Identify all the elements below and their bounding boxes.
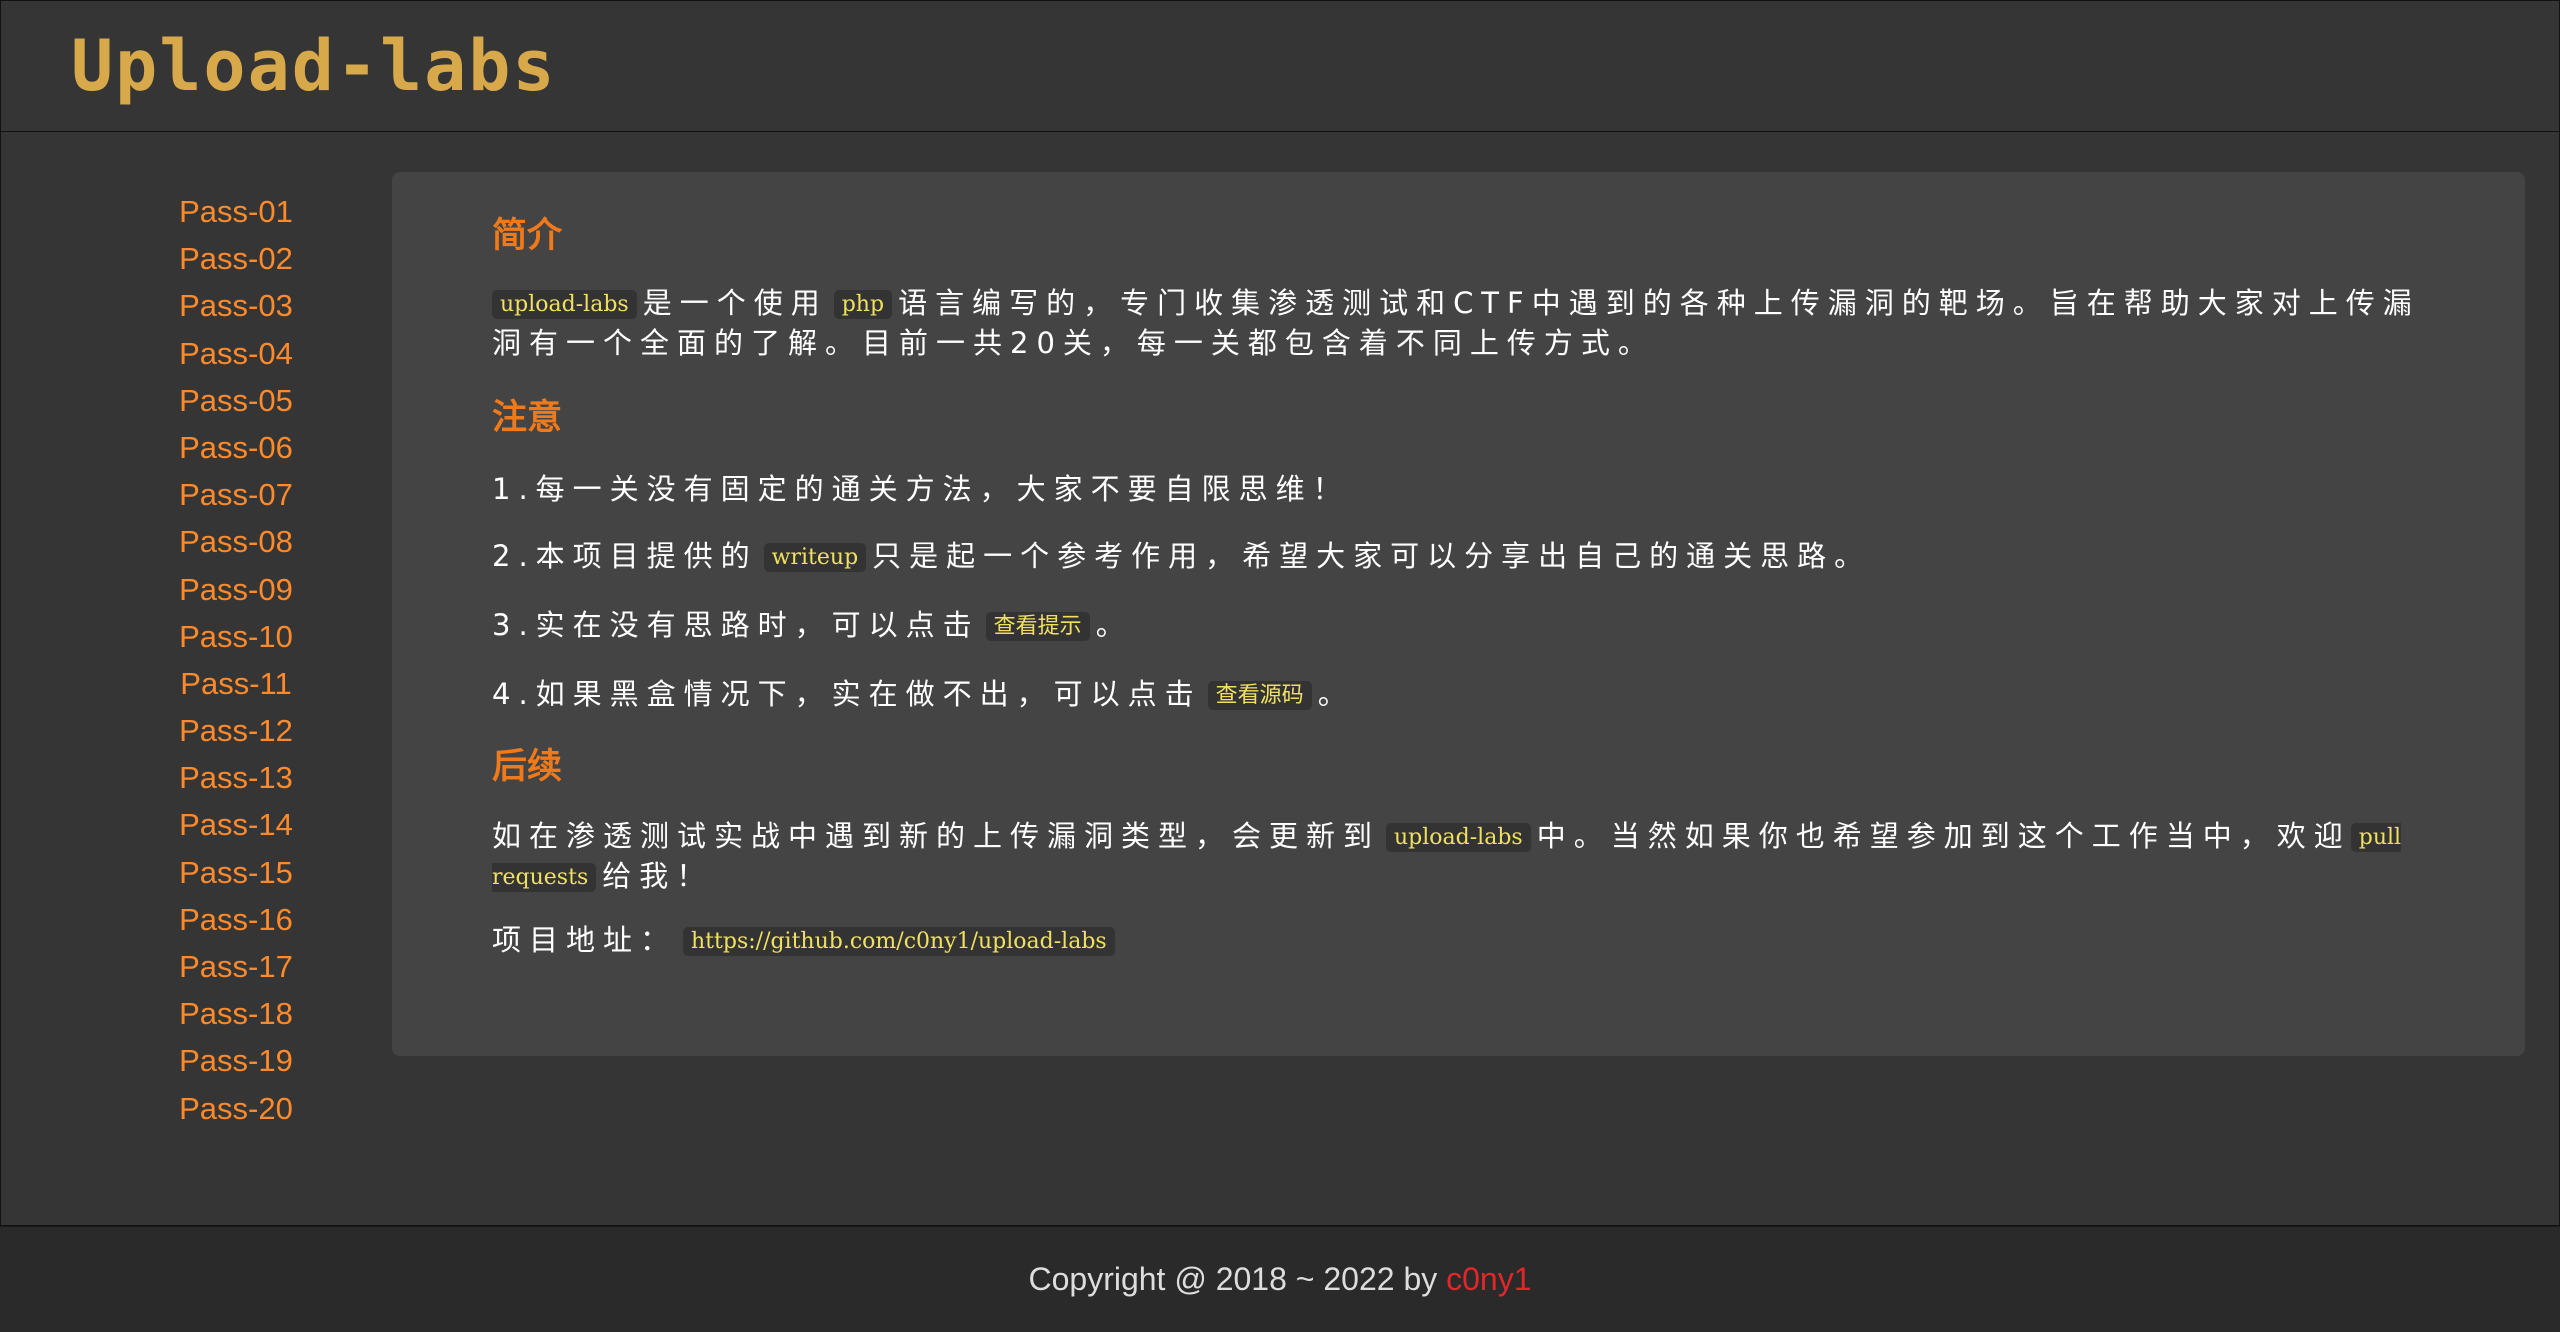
sidebar-item-pass-02[interactable]: Pass-02 (151, 235, 321, 282)
sidebar-item-pass-01[interactable]: Pass-01 (151, 188, 321, 235)
note-2-code-writeup: writeup (763, 543, 867, 572)
sidebar-item-pass-08[interactable]: Pass-08 (151, 518, 321, 565)
sidebar-item-pass-17[interactable]: Pass-17 (151, 943, 321, 990)
note-1: 1.每一关没有固定的通关方法，大家不要自限思维！ (492, 472, 1350, 506)
view-source-button[interactable]: 查看源码 (1207, 681, 1312, 710)
sidebar-item-pass-03[interactable]: Pass-03 (151, 282, 321, 329)
note-4-suffix: 。 (1317, 677, 1355, 711)
note-2-suffix: 只是起一个参考作用，希望大家可以分享出自己的通关思路。 (872, 539, 1872, 573)
note-3-prefix: 3.实在没有思路时，可以点击 (492, 608, 980, 642)
project-address: 项目地址： https://github.com/c0ny1/upload-lab… (492, 921, 2422, 961)
intro-code-upload-labs: upload-labs (492, 290, 637, 319)
project-address-link[interactable]: https://github.com/c0ny1/upload-labs (683, 927, 1115, 956)
header: Upload-labs (0, 0, 2560, 132)
sidebar-item-pass-06[interactable]: Pass-06 (151, 424, 321, 471)
logo-text: Upload-labs (71, 25, 557, 107)
sidebar-item-pass-14[interactable]: Pass-14 (151, 801, 321, 848)
sidebar-item-pass-12[interactable]: Pass-12 (151, 707, 321, 754)
main-area: Pass-01 Pass-02 Pass-03 Pass-04 Pass-05 … (0, 132, 2560, 1226)
note-2-prefix: 2.本项目提供的 (492, 539, 758, 573)
page: Upload-labs Pass-01 Pass-02 Pass-03 Pass… (0, 0, 2560, 1332)
note-3-suffix: 。 (1095, 608, 1133, 642)
sidebar-item-pass-20[interactable]: Pass-20 (151, 1085, 321, 1132)
note-4-prefix: 4.如果黑盒情况下，实在做不出，可以点击 (492, 677, 1202, 711)
intro-heading: 简介 (492, 216, 563, 256)
sidebar-item-pass-11[interactable]: Pass-11 (151, 660, 321, 707)
project-address-label: 项目地址： (492, 923, 678, 957)
intro-code-php: php (833, 290, 893, 319)
note-4: 4.如果黑盒情况下，实在做不出，可以点击 查看源码。 (492, 675, 2422, 715)
sidebar-item-pass-07[interactable]: Pass-07 (151, 471, 321, 518)
note-3: 3.实在没有思路时，可以点击 查看提示。 (492, 606, 2422, 646)
content-panel: 简介 upload-labs 是一个使用 php 语言编写的，专门收集渗透测试和CTF… (392, 172, 2525, 1056)
sidebar-item-pass-09[interactable]: Pass-09 (151, 566, 321, 613)
intro-paragraph: upload-labs 是一个使用 php 语言编写的，专门收集渗透测试和CTF中遇到… (492, 284, 2422, 362)
view-hint-button[interactable]: 查看提示 (985, 612, 1090, 641)
footer-copyright: Copyright @ 2018 ~ 2022 by (1028, 1261, 1447, 1297)
followup-heading: 后续 (492, 747, 563, 787)
note-2: 2.本项目提供的 writeup 只是起一个参考作用，希望大家可以分享出自己的通关思… (492, 537, 2422, 577)
notes-heading: 注意 (492, 398, 563, 438)
content-inner: 简介 upload-labs 是一个使用 php 语言编写的，专门收集渗透测试和CTF… (492, 212, 2422, 961)
followup-paragraph: 如在渗透测试实战中遇到新的上传漏洞类型，会更新到 upload-labs 中。当然如… (492, 817, 2422, 897)
followup-code-upload-labs: upload-labs (1386, 823, 1531, 852)
sidebar-item-pass-05[interactable]: Pass-05 (151, 377, 321, 424)
sidebar-item-pass-18[interactable]: Pass-18 (151, 990, 321, 1037)
followup-text-3: 给我！ (602, 859, 714, 893)
followup-text-2: 中。当然如果你也希望参加到这个工作当中，欢迎 (1536, 819, 2351, 853)
sidebar-item-pass-16[interactable]: Pass-16 (151, 896, 321, 943)
footer-author-link[interactable]: c0ny1 (1446, 1261, 1531, 1297)
sidebar-item-pass-19[interactable]: Pass-19 (151, 1037, 321, 1084)
sidebar: Pass-01 Pass-02 Pass-03 Pass-04 Pass-05 … (151, 188, 321, 1132)
intro-text-1: 是一个使用 (642, 286, 828, 320)
sidebar-item-pass-13[interactable]: Pass-13 (151, 754, 321, 801)
footer: Copyright @ 2018 ~ 2022 by c0ny1 (0, 1227, 2560, 1332)
logo[interactable]: Upload-labs (71, 23, 557, 109)
sidebar-item-pass-10[interactable]: Pass-10 (151, 613, 321, 660)
sidebar-item-pass-15[interactable]: Pass-15 (151, 849, 321, 896)
sidebar-item-pass-04[interactable]: Pass-04 (151, 330, 321, 377)
followup-text-1: 如在渗透测试实战中遇到新的上传漏洞类型，会更新到 (492, 819, 1381, 853)
